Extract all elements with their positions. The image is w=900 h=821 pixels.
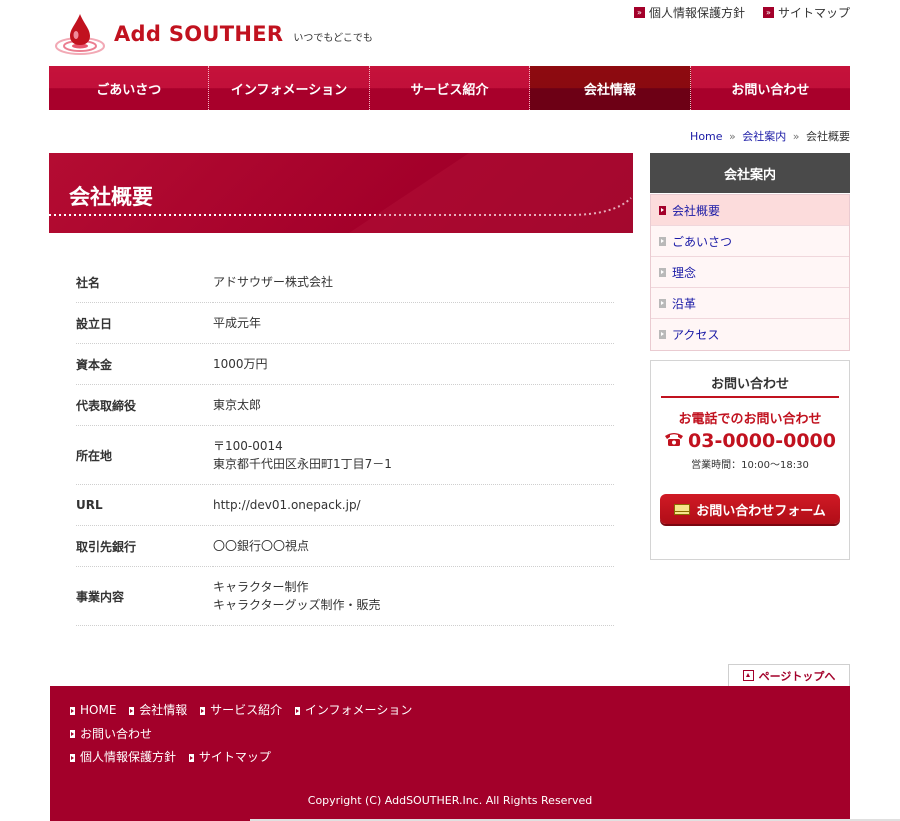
- company-info-table: 社名 アドサウザー株式会社 設立日 平成元年 資本金 1000万円 代表取締役 …: [76, 262, 614, 626]
- nav-item-contact[interactable]: お問い合わせ: [690, 66, 851, 110]
- logo-title: Add SOUTHER: [114, 22, 284, 46]
- nav-item-information[interactable]: インフォメーション: [209, 66, 370, 110]
- breadcrumb-home[interactable]: Home: [690, 130, 722, 143]
- sidebar-item-label[interactable]: 沿革: [672, 295, 696, 312]
- chevron-right-icon: [200, 706, 206, 715]
- breadcrumb-separator: »: [729, 130, 736, 143]
- table-row: 資本金 1000万円: [76, 343, 614, 385]
- chevron-right-icon: [188, 753, 194, 762]
- chevron-right-icon: [659, 205, 666, 215]
- utility-links: » 個人情報保護方針 » サイトマップ: [633, 4, 850, 21]
- nav-item-greeting[interactable]: ごあいさつ: [49, 66, 210, 110]
- table-row: 社名 アドサウザー株式会社: [76, 262, 614, 303]
- table-row: 所在地 〒100-0014 東京都千代田区永田町1丁目7－1: [76, 425, 614, 485]
- breadcrumb-separator: »: [792, 130, 800, 143]
- contact-phone[interactable]: 03-0000-0000: [651, 430, 849, 452]
- arrow-up-icon: [742, 670, 754, 681]
- sidebar-menu: 会社概要 ごあいさつ 理念 沿革 アクセス: [650, 194, 850, 351]
- contact-box: お問い合わせ お電話でのお問い合わせ 03-0000-0000 営業時間：10:…: [650, 360, 850, 560]
- chevron-right-icon: [70, 706, 75, 715]
- logo-drop-icon: [54, 12, 106, 56]
- row-label: 取引先銀行: [76, 525, 213, 567]
- nav-item-services[interactable]: サービス紹介: [369, 66, 531, 110]
- arrow-square-icon: »: [633, 7, 645, 18]
- table-row: 事業内容 キャラクター制作 キャラクターグッズ制作・販売: [76, 566, 614, 626]
- site-logo[interactable]: Add SOUTHER いつでもどこでも: [54, 12, 373, 56]
- chevron-right-icon: [70, 753, 75, 762]
- arrow-square-icon: »: [762, 7, 774, 18]
- sidebar-item-label[interactable]: ごあいさつ: [672, 233, 732, 250]
- business-line: キャラクター制作: [213, 580, 309, 594]
- business-hours: 営業時間：10:00〜18:30: [691, 460, 809, 471]
- row-value: 東京太郎: [213, 384, 614, 426]
- row-label: 設立日: [76, 302, 213, 344]
- sidebar-item-overview[interactable]: 会社概要: [651, 195, 849, 226]
- row-value: アドサウザー株式会社: [213, 262, 614, 303]
- page-top-button[interactable]: ページトップへ: [728, 664, 850, 686]
- table-row: URL http://dev01.onepack.jp/: [76, 484, 614, 526]
- mail-icon: [674, 503, 691, 515]
- address-street: 東京都千代田区永田町1丁目7－1: [213, 457, 392, 471]
- footer-link-services[interactable]: サービス紹介: [200, 699, 282, 722]
- sidebar-item-access[interactable]: アクセス: [651, 319, 849, 350]
- chevron-right-icon: [659, 330, 666, 339]
- address-postal-code: 〒100-0014: [213, 439, 283, 453]
- row-value: 平成元年: [213, 302, 614, 344]
- copyright: Copyright (C) AddSOUTHER.Inc. All Rights…: [307, 794, 593, 807]
- footer-links: HOME 会社情報 サービス紹介 インフォメーション お問い合わせ 個人情報保護…: [70, 699, 510, 770]
- footer-link-home[interactable]: HOME: [70, 699, 116, 722]
- footer-link-information[interactable]: インフォメーション: [294, 699, 412, 722]
- contact-phone-number: 03-0000-0000: [688, 430, 836, 452]
- footer: HOME 会社情報 サービス紹介 インフォメーション お問い合わせ 個人情報保護…: [50, 686, 850, 821]
- row-value: 1000万円: [213, 343, 614, 385]
- sidebar-item-label[interactable]: アクセス: [672, 326, 719, 343]
- sidebar-item-label[interactable]: 理念: [672, 264, 696, 281]
- chevron-right-icon: [659, 236, 666, 246]
- footer-link-contact[interactable]: お問い合わせ: [70, 723, 152, 746]
- table-row: 取引先銀行 〇〇銀行〇〇視点: [76, 525, 614, 567]
- contact-form-button[interactable]: お問い合わせフォーム: [660, 494, 840, 524]
- footer-link-company[interactable]: 会社情報: [129, 699, 187, 722]
- sidebar-item-philosophy[interactable]: 理念: [651, 257, 849, 288]
- sidebar-item-history[interactable]: 沿革: [651, 288, 849, 319]
- row-label: 所在地: [76, 425, 213, 485]
- chevron-right-icon: [129, 706, 135, 715]
- contact-phone-lead: お電話でのお問い合わせ: [678, 412, 822, 427]
- chevron-right-icon: [294, 706, 300, 715]
- row-label: 事業内容: [76, 566, 213, 626]
- sitemap-link[interactable]: » サイトマップ: [762, 4, 850, 21]
- table-row: 設立日 平成元年: [76, 302, 614, 344]
- global-nav: ごあいさつ インフォメーション サービス紹介 会社情報 お問い合わせ: [49, 66, 851, 110]
- row-value: http://dev01.onepack.jp/: [213, 484, 614, 526]
- logo-tagline: いつでもどこでも: [293, 33, 373, 44]
- page-title: 会社概要: [69, 185, 153, 209]
- breadcrumb-parent[interactable]: 会社案内: [742, 130, 786, 143]
- sidebar-item-greeting[interactable]: ごあいさつ: [651, 226, 849, 257]
- row-value: 〒100-0014 東京都千代田区永田町1丁目7－1: [213, 425, 614, 485]
- footer-link-privacy[interactable]: 個人情報保護方針: [70, 746, 176, 769]
- chevron-right-icon: [70, 730, 75, 738]
- row-label: 代表取締役: [76, 384, 213, 426]
- row-value: キャラクター制作 キャラクターグッズ制作・販売: [213, 566, 614, 626]
- sidebar-heading: 会社案内: [650, 153, 850, 193]
- chevron-right-icon: [659, 298, 666, 308]
- page-heading-banner: 会社概要: [49, 153, 633, 233]
- sidebar-item-label[interactable]: 会社概要: [672, 202, 720, 219]
- breadcrumb: Home » 会社案内 » 会社概要: [690, 128, 850, 144]
- page: Add SOUTHER いつでもどこでも » 個人情報保護方針 » サイトマップ ご…: [0, 0, 900, 821]
- row-label: 社名: [76, 262, 213, 303]
- footer-link-sitemap[interactable]: サイトマップ: [188, 746, 271, 769]
- table-row: 代表取締役 東京太郎: [76, 384, 614, 426]
- chevron-right-icon: [659, 267, 666, 277]
- breadcrumb-current: 会社概要: [806, 130, 850, 143]
- phone-icon: [664, 430, 684, 452]
- row-value: 〇〇銀行〇〇視点: [213, 525, 614, 567]
- row-label: 資本金: [76, 343, 213, 385]
- nav-item-company[interactable]: 会社情報: [530, 66, 691, 110]
- contact-title: お問い合わせ: [661, 373, 839, 398]
- business-line: キャラクターグッズ制作・販売: [213, 598, 381, 612]
- privacy-policy-link[interactable]: » 個人情報保護方針: [633, 4, 745, 21]
- row-label: URL: [76, 484, 213, 526]
